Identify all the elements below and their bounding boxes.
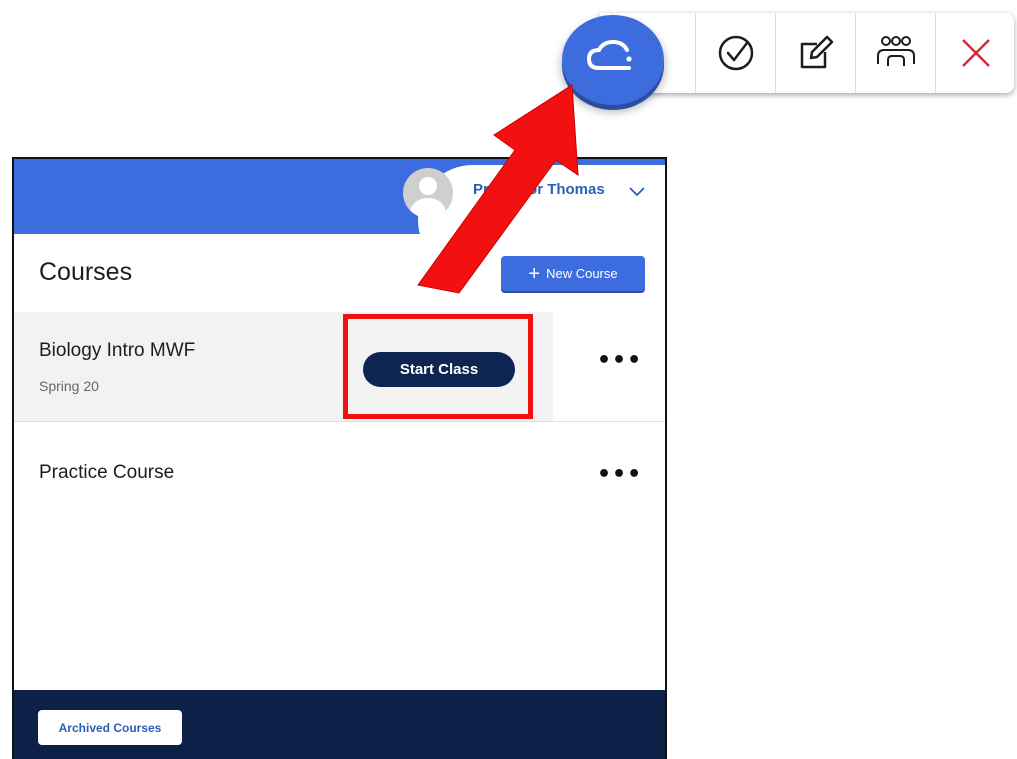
highlight-box <box>343 314 533 419</box>
chevron-down-icon[interactable] <box>628 185 646 197</box>
course-row[interactable]: Practice Course ••• <box>14 422 665 522</box>
check-circle-button[interactable] <box>695 13 775 93</box>
users-icon <box>876 36 915 66</box>
course-name[interactable]: Practice Course <box>39 462 174 484</box>
user-avatar-icon[interactable] <box>403 168 453 218</box>
more-horizontal-icon[interactable]: ••• <box>597 462 642 487</box>
users-button[interactable] <box>855 13 935 93</box>
course-term: Spring 20 <box>39 378 99 394</box>
panel-footer: Archived Courses <box>14 690 665 759</box>
more-horizontal-icon[interactable]: ••• <box>597 348 642 373</box>
course-row[interactable]: Biology Intro MWF Spring 20 Start Class … <box>14 312 665 422</box>
cloud-button[interactable] <box>562 15 664 105</box>
close-icon <box>961 39 990 67</box>
check-circle-icon <box>718 35 753 71</box>
close-button[interactable] <box>935 13 1015 93</box>
course-name[interactable]: Biology Intro MWF <box>39 340 195 362</box>
edit-icon <box>800 35 833 69</box>
new-course-label: New Course <box>546 266 618 281</box>
cloud-icon <box>586 40 632 70</box>
plus-icon: + <box>528 262 541 285</box>
new-course-button[interactable]: + New Course <box>501 256 645 291</box>
profile-name[interactable]: Professor Thomas <box>473 181 605 198</box>
courses-panel: Professor Thomas Courses + New Course Bi… <box>12 157 667 759</box>
edit-button[interactable] <box>775 13 855 93</box>
page-title: Courses <box>39 258 133 286</box>
archived-courses-button[interactable]: Archived Courses <box>38 710 182 745</box>
